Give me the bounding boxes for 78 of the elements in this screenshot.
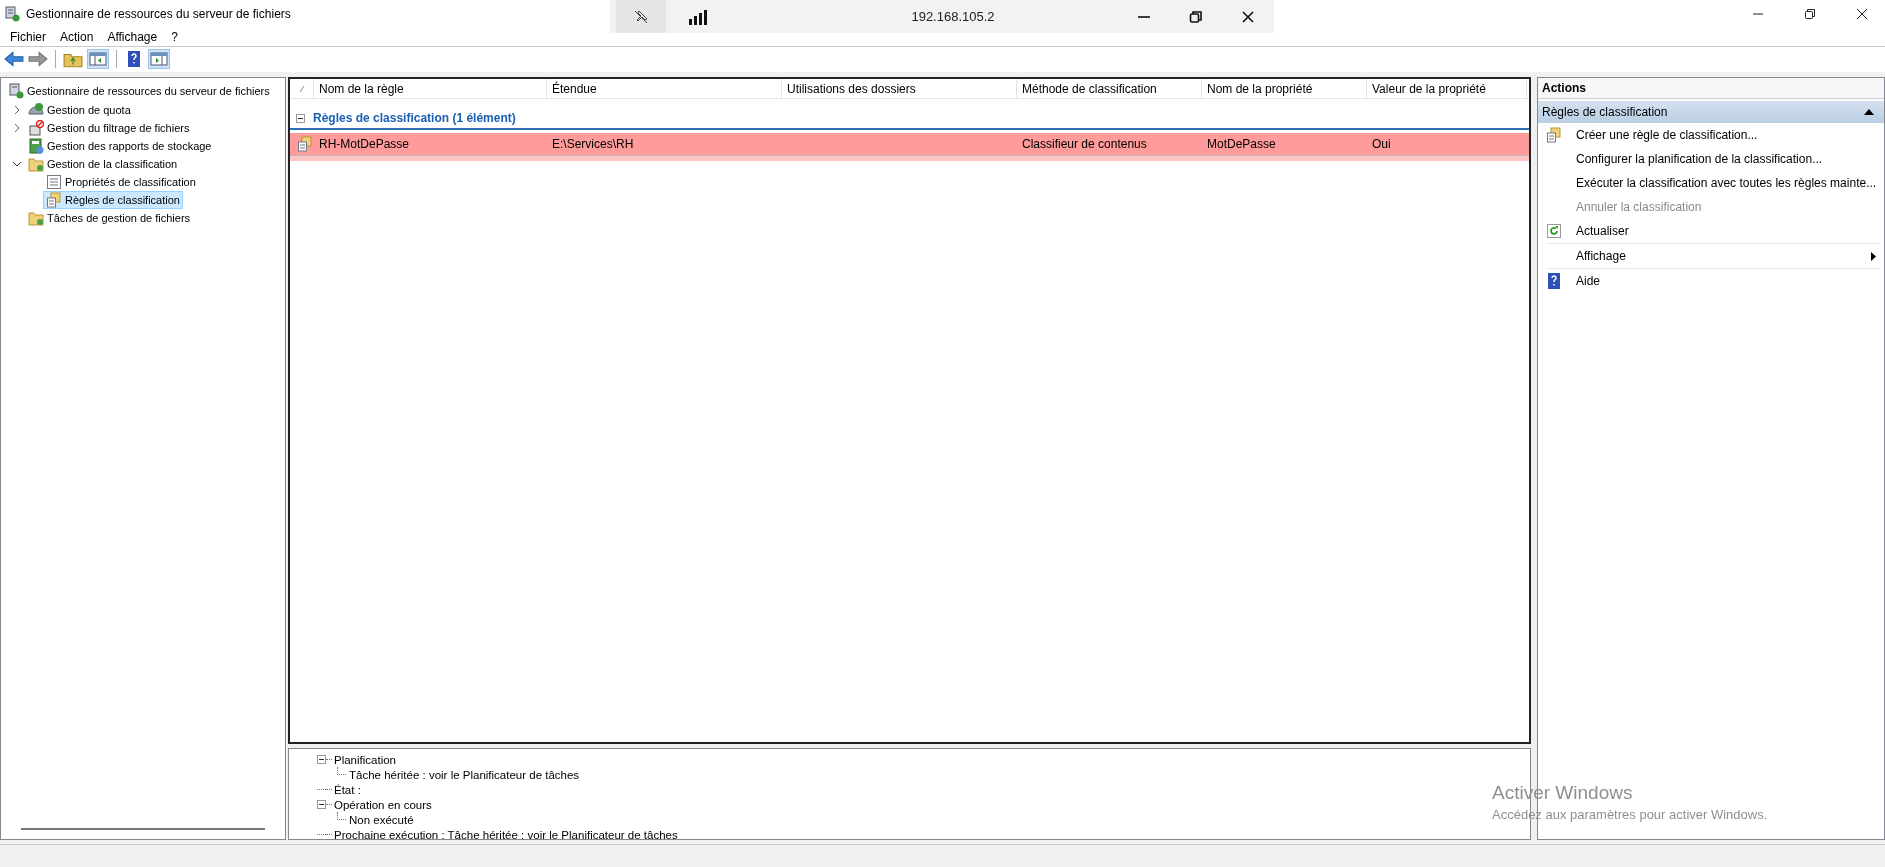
unpin-icon <box>633 8 649 25</box>
forward-arrow-icon[interactable] <box>28 50 48 68</box>
horizontal-scrollbar[interactable] <box>21 828 265 830</box>
close-icon <box>1856 8 1868 20</box>
menu-item[interactable]: Affichage <box>101 30 166 44</box>
restore-icon <box>1189 9 1203 24</box>
chevron-right-icon[interactable] <box>13 105 21 115</box>
server-icon <box>8 83 24 99</box>
sort-icon <box>298 84 305 93</box>
table-cell: RH-MotDePasse <box>319 137 410 151</box>
action-link[interactable]: Exécuter la classification avec toutes les règles mainte... <box>1576 176 1877 190</box>
chevron-down-icon[interactable] <box>12 160 22 168</box>
console-tree-button[interactable] <box>87 49 109 69</box>
detail-text: État : <box>334 783 361 796</box>
pane-icon <box>89 51 107 67</box>
refresh-icon <box>1546 223 1562 239</box>
minimize-icon <box>1137 15 1151 18</box>
connection-address: 192.168.105.2 <box>910 9 996 24</box>
window-title: Gestionnaire de ressources du serveur de fichiers <box>26 7 291 21</box>
menu-item[interactable]: ? <box>165 30 186 44</box>
action-link[interactable]: Affichage <box>1576 249 1626 263</box>
minimize-icon <box>1752 13 1764 15</box>
actions-title: Actions <box>1538 78 1884 99</box>
action-link[interactable]: Créer une règle de classification... <box>1576 128 1758 142</box>
actions-group-header[interactable]: Règles de classification <box>1538 101 1884 123</box>
detail-text: Opération en cours <box>334 798 432 811</box>
column-header[interactable]: Méthode de classification <box>1017 79 1202 98</box>
column-header[interactable]: Utilisations des dossiers <box>782 79 1017 98</box>
column-header[interactable]: Valeur de la propriété <box>1367 79 1527 98</box>
signal-icon <box>688 8 708 25</box>
collapse-icon[interactable] <box>317 755 326 764</box>
column-header[interactable]: Nom de la propriété <box>1202 79 1367 98</box>
report-icon <box>28 138 44 154</box>
column-header[interactable]: Nom de la règle <box>314 79 547 98</box>
tree-item[interactable]: Gestion des rapports de stockage <box>25 137 215 155</box>
rule-icon <box>296 136 313 152</box>
tree-item[interactable]: Règles de classification <box>43 191 183 209</box>
quota-icon <box>28 102 44 118</box>
action-link[interactable]: Configurer la planification de la classification... <box>1576 152 1823 166</box>
table-cell: Oui <box>1372 137 1391 151</box>
unpin-button[interactable] <box>616 0 666 33</box>
server-icon <box>4 6 20 22</box>
list-icon <box>46 174 62 190</box>
tree-item[interactable]: Propriétés de classification <box>43 173 199 191</box>
action-link[interactable]: Aide <box>1576 274 1601 288</box>
action-link[interactable]: Actualiser <box>1576 224 1629 238</box>
detail-text: Non exécuté <box>349 813 414 826</box>
table-cell: E:\Services\RH <box>552 137 634 151</box>
close-icon <box>1241 9 1255 24</box>
table-cell: Classifieur de contenus <box>1022 137 1147 151</box>
chevron-right-icon[interactable] <box>13 123 21 133</box>
detail-text: Prochaine exécution : Tâche héritée : voir le Planificateur de tâches <box>334 828 678 841</box>
table-cell: MotDePasse <box>1207 137 1276 151</box>
action-link: Annuler la classification <box>1576 200 1702 214</box>
detail-text: Tâche héritée : voir le Planificateur de tâches <box>349 768 580 781</box>
blocked-file-icon <box>28 120 44 136</box>
detail-text: Planification <box>334 753 396 766</box>
menu-item[interactable]: Action <box>54 30 102 44</box>
submenu-arrow-icon <box>1871 251 1876 261</box>
collapse-icon[interactable] <box>317 800 326 809</box>
folder-icon <box>28 210 44 226</box>
column-header[interactable]: Étendue <box>547 79 782 98</box>
collapse-icon[interactable] <box>296 113 305 123</box>
menu-item[interactable]: Fichier <box>4 30 54 44</box>
tree-item[interactable]: Tâches de gestion de fichiers <box>25 209 194 227</box>
rule-icon <box>1546 127 1562 143</box>
tree-item[interactable]: Gestionnaire de ressources du serveur de fichiers <box>5 81 283 101</box>
back-arrow-icon[interactable] <box>4 50 24 68</box>
group-header: Règles de classification (1 élément) <box>313 111 516 125</box>
tree-item[interactable]: Gestion du filtrage de fichiers <box>25 119 193 137</box>
tree-item[interactable]: Gestion de quota <box>25 101 134 119</box>
action-pane-button[interactable] <box>148 49 170 69</box>
restore-icon <box>1804 8 1816 20</box>
rule-icon <box>46 192 62 208</box>
tree-item[interactable]: Gestion de la classification <box>25 155 181 173</box>
help-icon <box>1546 273 1562 289</box>
folder-icon <box>28 156 44 172</box>
pane-icon <box>150 51 168 67</box>
